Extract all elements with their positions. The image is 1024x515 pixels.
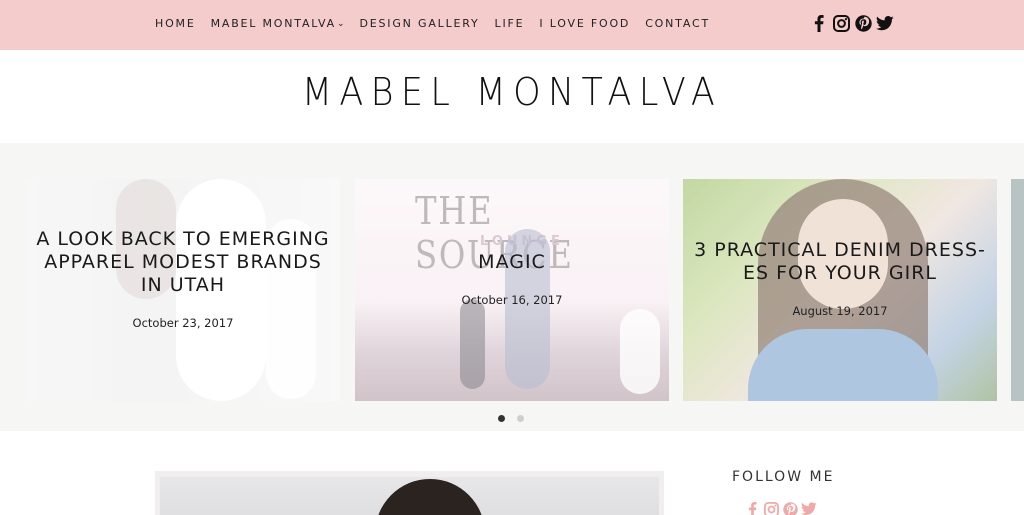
nav-item-life[interactable]: LIFE xyxy=(495,17,525,30)
nav-item-label: LIFE xyxy=(494,17,525,30)
nav-item-home[interactable]: HOME xyxy=(155,17,196,30)
nav-item-design-gallery[interactable]: DESIGN GALLERY xyxy=(360,17,480,30)
twitter-icon[interactable] xyxy=(876,14,894,32)
facebook-icon[interactable] xyxy=(744,501,760,515)
nav-item-mabel-montalva[interactable]: MABEL MONTALVA ⌄ xyxy=(211,17,345,30)
slide-card[interactable]: 3 PRACTICAL DENIM DRESS- ES FOR YOUR GIR… xyxy=(683,179,997,401)
nav-item-contact[interactable]: CONTACT xyxy=(645,17,710,30)
facebook-icon[interactable] xyxy=(810,14,828,32)
chevron-down-icon: ⌄ xyxy=(336,18,345,29)
slide-title[interactable]: MAGIC xyxy=(365,251,659,274)
slide-card[interactable]: A LOOK BACK TO EMERGING APPAREL MODEST B… xyxy=(26,179,340,401)
slide-overlay xyxy=(355,179,669,401)
slide-title[interactable]: 3 PRACTICAL DENIM DRESS- ES FOR YOUR GIR… xyxy=(693,239,987,285)
instagram-icon[interactable] xyxy=(832,14,850,32)
slide-image xyxy=(1011,179,1024,401)
nav-item-label: CONTACT xyxy=(645,17,710,30)
slide-overlay xyxy=(683,179,997,401)
nav-item-label: I LOVE FOOD xyxy=(539,17,631,30)
instagram-icon[interactable] xyxy=(763,501,779,515)
featured-post-image[interactable] xyxy=(155,471,664,515)
slide-card[interactable]: THE SOURCE LOUNGE MAGIC October 16, 2017 xyxy=(355,179,669,401)
site-logo[interactable]: MABEL MONTALVA xyxy=(41,70,983,114)
featured-post-image-subject xyxy=(375,479,485,515)
slide-card-partial[interactable] xyxy=(1011,179,1024,401)
slide-title[interactable]: A LOOK BACK TO EMERGING APPAREL MODEST B… xyxy=(36,228,330,297)
nav-item-label: DESIGN GALLERY xyxy=(359,17,480,30)
twitter-icon[interactable] xyxy=(801,501,817,515)
slider-dot-1[interactable] xyxy=(498,415,505,422)
slide-date: October 16, 2017 xyxy=(461,293,563,307)
featured-post-image-photo xyxy=(160,477,659,515)
pinterest-icon[interactable] xyxy=(782,501,798,515)
nav-item-i-love-food[interactable]: I LOVE FOOD xyxy=(539,17,630,30)
slider-dot-2[interactable] xyxy=(517,415,524,422)
slide-date: October 23, 2017 xyxy=(132,316,234,330)
header-social-links xyxy=(810,14,894,32)
pinterest-icon[interactable] xyxy=(854,14,872,32)
featured-slider: A LOOK BACK TO EMERGING APPAREL MODEST B… xyxy=(0,143,1024,431)
slide-date: August 19, 2017 xyxy=(792,304,888,318)
sidebar-social-links xyxy=(744,501,817,515)
follow-me-heading: FOLLOW ME xyxy=(732,469,835,485)
main-nav: HOME MABEL MONTALVA ⌄ DESIGN GALLERY LIFE… xyxy=(155,17,725,30)
nav-item-label: MABEL MONTALVA xyxy=(210,17,336,30)
top-navbar: HOME MABEL MONTALVA ⌄ DESIGN GALLERY LIFE… xyxy=(0,0,1024,50)
slider-pagination xyxy=(498,415,524,422)
nav-item-label: HOME xyxy=(155,17,196,30)
